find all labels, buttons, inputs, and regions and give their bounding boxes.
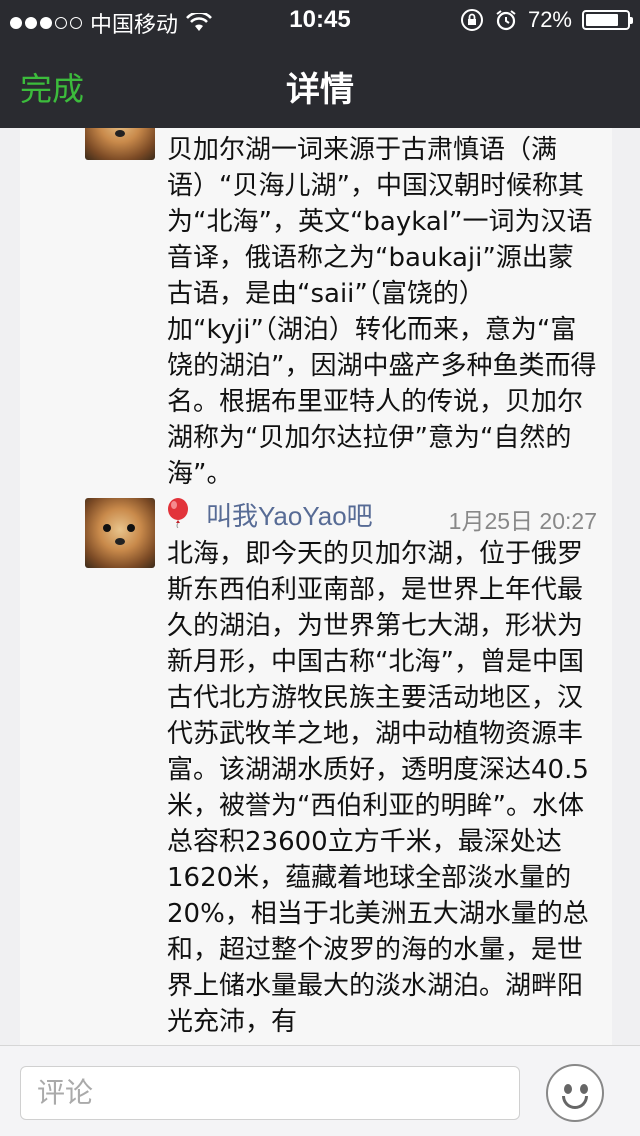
avatar[interactable] bbox=[85, 498, 155, 568]
comment-list[interactable]: 贝加尔湖一词来源于古肃慎语（满语）“贝海儿湖”，中国汉朝时候称其为“北海”，英文… bbox=[20, 128, 612, 1045]
rotation-lock-icon bbox=[460, 9, 483, 31]
balloon-icon bbox=[168, 498, 188, 528]
comment-bar: 评论 bbox=[0, 1045, 640, 1136]
alarm-icon bbox=[496, 10, 516, 31]
emoji-button[interactable] bbox=[546, 1064, 604, 1122]
nav-bar: 完成 详情 bbox=[0, 40, 640, 128]
sender-name[interactable]: 叫我YaoYao吧 bbox=[206, 496, 373, 533]
avatar[interactable] bbox=[85, 128, 155, 160]
status-bar: 中国移动 10:45 72% bbox=[0, 0, 640, 40]
page-title: 详情 bbox=[286, 70, 354, 110]
battery-icon bbox=[582, 10, 633, 30]
message-header: 叫我YaoYao吧 1月25日 20:27 bbox=[162, 496, 602, 534]
battery-percent: 72% bbox=[527, 7, 572, 32]
message-text: 贝加尔湖一词来源于古肃慎语（满语）“贝海儿湖”，中国汉朝时候称其为“北海”，英文… bbox=[167, 135, 597, 489]
message-text: 北海，即今天的贝加尔湖，位于俄罗斯东西伯利亚南部，是世界上年代最久的湖泊，为世界… bbox=[167, 539, 589, 1037]
comment-input[interactable]: 评论 bbox=[20, 1066, 520, 1120]
message-timestamp: 1月25日 20:27 bbox=[448, 508, 597, 534]
status-right: 72% bbox=[460, 7, 633, 33]
